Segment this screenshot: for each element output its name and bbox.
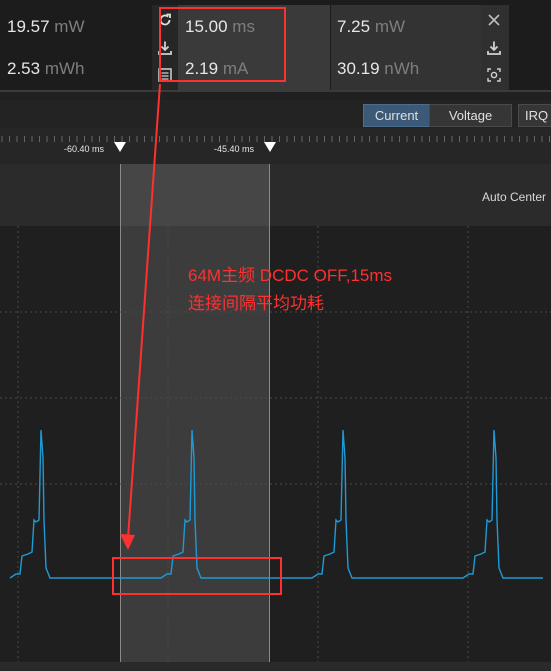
annotation-overlay [112,7,286,595]
arrow-head-icon [120,534,135,550]
highlight-box-stats [159,7,286,82]
annotation-arrow [127,83,161,539]
annotation-line-1: 64M主频 DCDC OFF,15ms [188,266,393,285]
highlight-box-trace [112,557,282,595]
annotation-line-2: 连接间隔平均功耗 [188,294,324,313]
